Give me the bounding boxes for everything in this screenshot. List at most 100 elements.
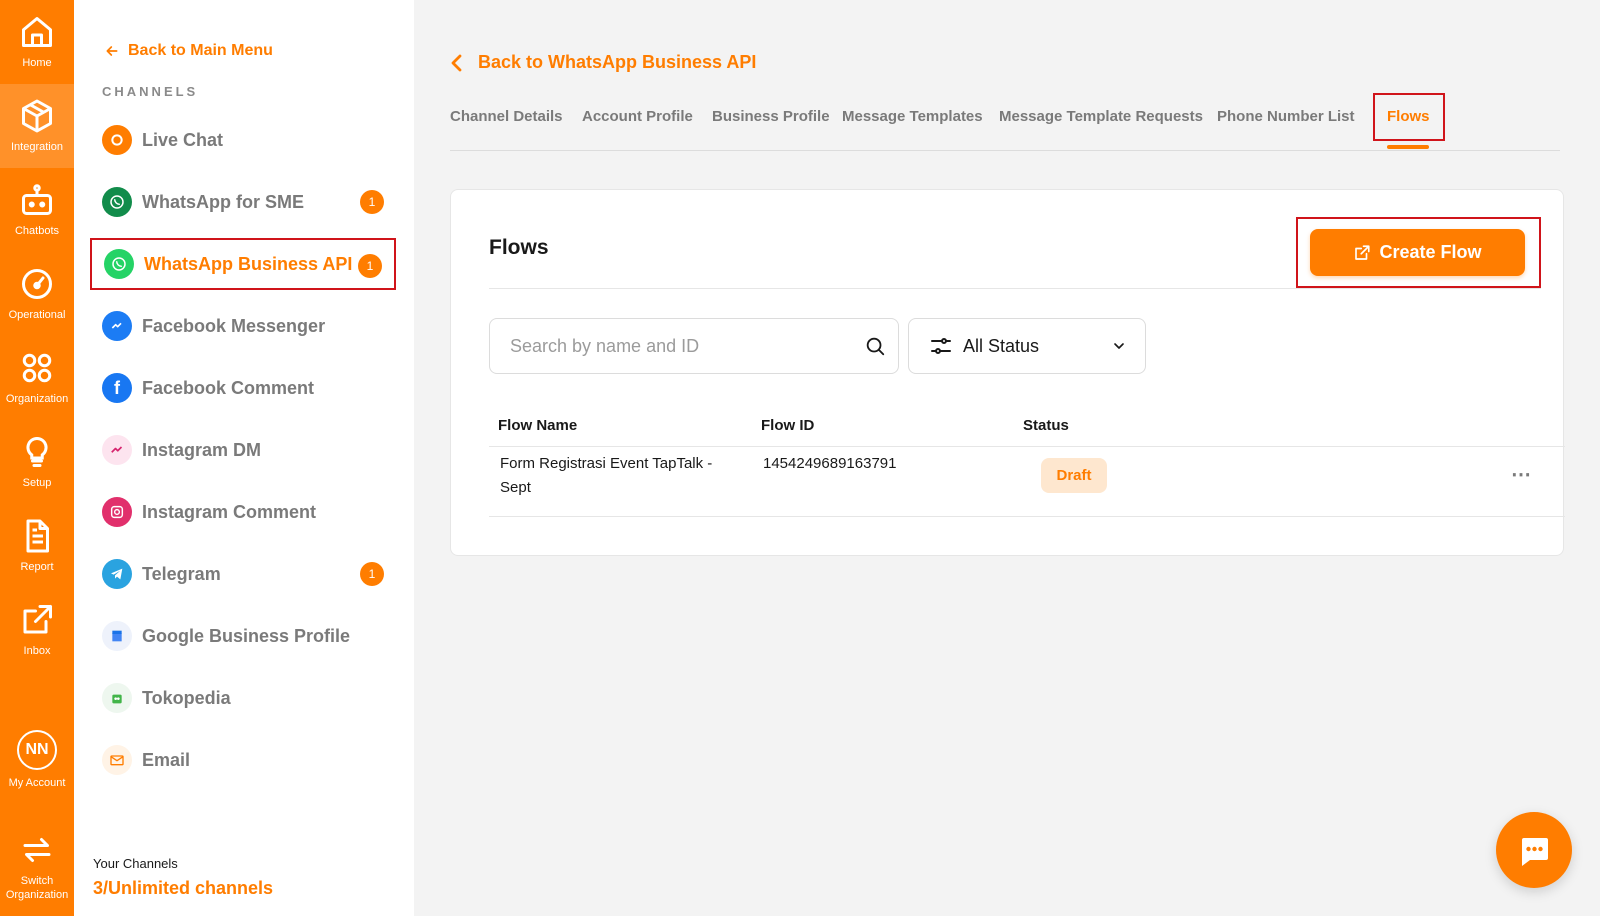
tab-account-profile[interactable]: Account Profile bbox=[582, 108, 693, 125]
rail-setup[interactable]: Setup bbox=[0, 420, 74, 504]
main-content: Back to WhatsApp Business API Channel De… bbox=[414, 0, 1600, 916]
divider bbox=[489, 288, 1541, 289]
tab-phone-number-list[interactable]: Phone Number List bbox=[1217, 108, 1355, 125]
tab-business-profile[interactable]: Business Profile bbox=[712, 108, 830, 125]
channel-label: Live Chat bbox=[142, 129, 224, 150]
google-business-icon bbox=[102, 621, 132, 651]
telegram-icon bbox=[102, 559, 132, 589]
channel-label: Email bbox=[142, 749, 191, 770]
rail-organization-label: Organization bbox=[5, 393, 69, 405]
flow-name-cell: Form Registrasi Event TapTalk - Sept bbox=[500, 452, 712, 500]
rail-switch-label-1: Switch bbox=[20, 875, 54, 887]
rail-chatbots[interactable]: Chatbots bbox=[0, 168, 74, 252]
back-to-main-menu-label: Back to Main Menu bbox=[128, 42, 273, 59]
channel-label: Instagram Comment bbox=[142, 501, 317, 522]
channel-instagram-dm[interactable]: Instagram DM bbox=[90, 424, 396, 476]
tab-message-templates[interactable]: Message Templates bbox=[842, 108, 983, 125]
rail-inbox-label: Inbox bbox=[23, 645, 51, 657]
channel-label: Tokopedia bbox=[142, 687, 231, 708]
channel-label: Facebook Comment bbox=[142, 377, 315, 398]
back-to-whatsapp-label: Back to WhatsApp Business API bbox=[478, 52, 757, 72]
grid-circles-icon bbox=[22, 353, 52, 383]
create-flow-label: Create Flow bbox=[1379, 242, 1482, 262]
channel-label: WhatsApp for SME bbox=[142, 191, 304, 212]
flow-name-line-1: Form Registrasi Event TapTalk - bbox=[500, 455, 713, 472]
rail-operational[interactable]: Operational bbox=[0, 252, 74, 336]
count-badge: 1 bbox=[358, 254, 382, 278]
chat-support-button[interactable] bbox=[1496, 812, 1572, 888]
channel-whatsapp-sme[interactable]: WhatsApp for SME 1 bbox=[90, 176, 396, 228]
back-to-main-menu-link[interactable]: Back to Main Menu bbox=[104, 42, 273, 60]
email-icon bbox=[102, 745, 132, 775]
switch-arrows-icon bbox=[23, 838, 51, 862]
chevron-down-icon bbox=[1114, 343, 1124, 349]
rail-home[interactable]: Home bbox=[0, 0, 74, 84]
channel-whatsapp-business-api[interactable]: WhatsApp Business API 1 bbox=[90, 238, 396, 290]
back-to-whatsapp-link[interactable]: Back to WhatsApp Business API bbox=[450, 52, 756, 73]
facebook-icon: f bbox=[102, 373, 132, 403]
rail-report[interactable]: Report bbox=[0, 504, 74, 588]
gauge-icon bbox=[22, 269, 52, 299]
instagram-icon bbox=[102, 497, 132, 527]
channel-instagram-comment[interactable]: Instagram Comment bbox=[90, 486, 396, 538]
rail-operational-label: Operational bbox=[8, 309, 66, 321]
channel-telegram[interactable]: Telegram 1 bbox=[90, 548, 396, 600]
channel-live-chat[interactable]: Live Chat bbox=[90, 114, 396, 166]
rail-organization[interactable]: Organization bbox=[0, 336, 74, 420]
flow-id-cell: 1454249689163791 bbox=[763, 455, 897, 472]
rail-integration[interactable]: Integration bbox=[0, 84, 74, 168]
search-input[interactable] bbox=[510, 335, 864, 357]
robot-icon bbox=[22, 184, 52, 215]
status-filter-value: All Status bbox=[963, 335, 1040, 356]
channel-tokopedia[interactable]: Tokopedia bbox=[90, 672, 396, 724]
channels-section-title: CHANNELS bbox=[102, 84, 199, 99]
tab-channel-details[interactable]: Channel Details bbox=[450, 108, 563, 125]
active-tab-indicator bbox=[1387, 145, 1429, 149]
column-header-flow-id: Flow ID bbox=[761, 417, 815, 434]
lightbulb-icon bbox=[26, 436, 48, 467]
home-icon bbox=[22, 17, 52, 47]
your-channels-value: 3/Unlimited channels bbox=[93, 878, 274, 898]
app-rail: Home Integration Chatbots Operational Or… bbox=[0, 0, 74, 916]
chat-bubble-icon bbox=[1522, 838, 1548, 866]
tab-message-template-requests[interactable]: Message Template Requests bbox=[999, 108, 1203, 125]
rail-switch-label-2: Organization bbox=[5, 889, 69, 901]
channel-label: Telegram bbox=[142, 563, 221, 584]
channel-label: Instagram DM bbox=[142, 439, 262, 460]
rail-switch-organization[interactable]: Switch Organization bbox=[0, 818, 74, 916]
instagram-dm-icon bbox=[102, 435, 132, 465]
channel-email[interactable]: Email bbox=[90, 734, 396, 786]
row-divider bbox=[489, 516, 1565, 517]
rail-chatbots-label: Chatbots bbox=[14, 225, 60, 237]
channel-facebook-messenger[interactable]: Facebook Messenger bbox=[90, 300, 396, 352]
rail-integration-label: Integration bbox=[11, 141, 63, 153]
cube-icon bbox=[22, 99, 52, 133]
table-header-divider bbox=[489, 446, 1565, 447]
whatsapp-icon bbox=[102, 187, 132, 217]
rail-my-account[interactable]: NN My Account bbox=[0, 718, 74, 802]
tab-flows[interactable]: Flows bbox=[1387, 108, 1430, 125]
rail-setup-label: Setup bbox=[22, 477, 52, 489]
channel-label: WhatsApp Business API bbox=[144, 253, 353, 274]
whatsapp-icon bbox=[104, 249, 134, 279]
more-options-icon[interactable]: ⋯ bbox=[1511, 462, 1532, 487]
rail-inbox[interactable]: Inbox bbox=[0, 588, 74, 672]
rail-report-label: Report bbox=[20, 561, 54, 573]
status-filter-dropdown[interactable]: All Status bbox=[908, 318, 1146, 374]
search-icon[interactable] bbox=[864, 335, 886, 357]
document-icon bbox=[26, 519, 49, 553]
avatar: NN bbox=[17, 730, 57, 770]
channel-facebook-comment[interactable]: f Facebook Comment bbox=[90, 362, 396, 414]
external-link-icon bbox=[23, 605, 52, 634]
create-flow-button[interactable]: Create Flow bbox=[1310, 229, 1525, 276]
search-box bbox=[489, 318, 899, 374]
messenger-icon bbox=[102, 311, 132, 341]
live-chat-icon bbox=[102, 125, 132, 155]
tokopedia-icon bbox=[102, 683, 132, 713]
flows-card: Flows Create Flow All Status Flow Name F… bbox=[450, 189, 1565, 556]
count-badge: 1 bbox=[360, 190, 384, 214]
tab-bar: Channel Details Account Profile Business… bbox=[450, 93, 1560, 151]
external-link-icon bbox=[1355, 244, 1371, 260]
channel-google-business-profile[interactable]: Google Business Profile bbox=[90, 610, 396, 662]
chevron-left-icon bbox=[451, 54, 462, 71]
